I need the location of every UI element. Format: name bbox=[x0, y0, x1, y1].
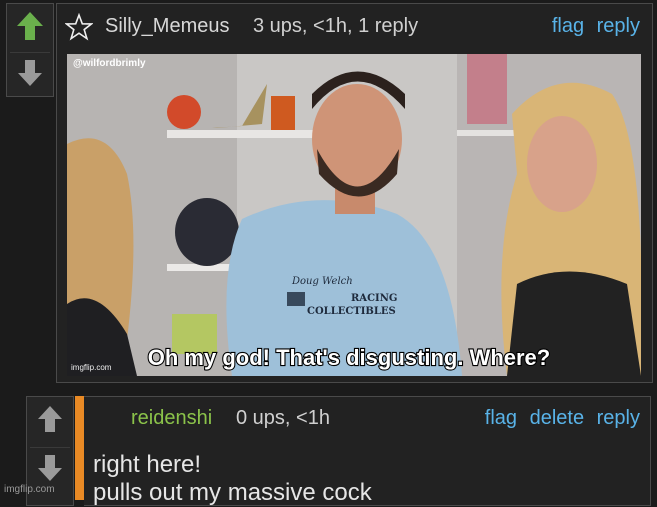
image-watermark: @wilfordbrimly bbox=[73, 58, 146, 69]
flag-link[interactable]: flag bbox=[552, 15, 584, 37]
meme-illustration: Doug Welch RACING COLLECTIBLES @wilfordb… bbox=[67, 54, 641, 376]
arrow-up-icon bbox=[17, 12, 43, 40]
reply-link[interactable]: reply bbox=[597, 15, 640, 37]
page-watermark: imgflip.com bbox=[4, 484, 55, 495]
shirt-text-1: Doug Welch bbox=[291, 276, 353, 287]
delete-link[interactable]: delete bbox=[530, 407, 585, 429]
comment-meta: 3 ups, <1h, 1 reply bbox=[253, 15, 419, 37]
shirt-text-3: COLLECTIBLES bbox=[307, 306, 396, 317]
upvote-button[interactable] bbox=[10, 6, 50, 46]
star-icon[interactable] bbox=[65, 13, 93, 41]
arrow-up-icon bbox=[38, 406, 62, 432]
reply-actions: flag delete reply bbox=[478, 407, 640, 430]
reply-upvote-button[interactable] bbox=[30, 399, 70, 439]
meme-image[interactable]: Doug Welch RACING COLLECTIBLES @wilfordb… bbox=[67, 54, 641, 376]
comment-1: Silly_Memeus 3 ups, <1h, 1 reply flag re… bbox=[0, 0, 657, 392]
corner-watermark: imgflip.com bbox=[71, 363, 112, 372]
shirt-text-2: RACING bbox=[351, 293, 397, 304]
reply-downvote-button[interactable] bbox=[30, 447, 70, 488]
flag-link[interactable]: flag bbox=[485, 407, 517, 429]
vote-column bbox=[6, 3, 54, 97]
comment-header: Silly_Memeus 3 ups, <1h, 1 reply flag re… bbox=[57, 4, 652, 48]
reply-meta: 0 ups, <1h bbox=[236, 407, 330, 429]
reply-text: right here! pulls out my massive cock bbox=[93, 451, 372, 506]
reply-comment: reidenshi 0 ups, <1h flag delete reply r… bbox=[84, 396, 651, 506]
reply-username[interactable]: reidenshi bbox=[131, 407, 212, 430]
comment-1-body: Silly_Memeus 3 ups, <1h, 1 reply flag re… bbox=[56, 3, 653, 383]
downvote-button[interactable] bbox=[10, 52, 50, 93]
arrow-down-icon bbox=[18, 60, 42, 86]
username[interactable]: Silly_Memeus bbox=[105, 4, 229, 48]
comment-actions: flag reply bbox=[545, 4, 640, 48]
arrow-down-icon bbox=[38, 455, 62, 481]
reply-link[interactable]: reply bbox=[597, 407, 640, 429]
op-indicator-bar bbox=[75, 396, 84, 500]
meme-caption: Oh my god! That's disgusting. Where? bbox=[148, 345, 550, 370]
